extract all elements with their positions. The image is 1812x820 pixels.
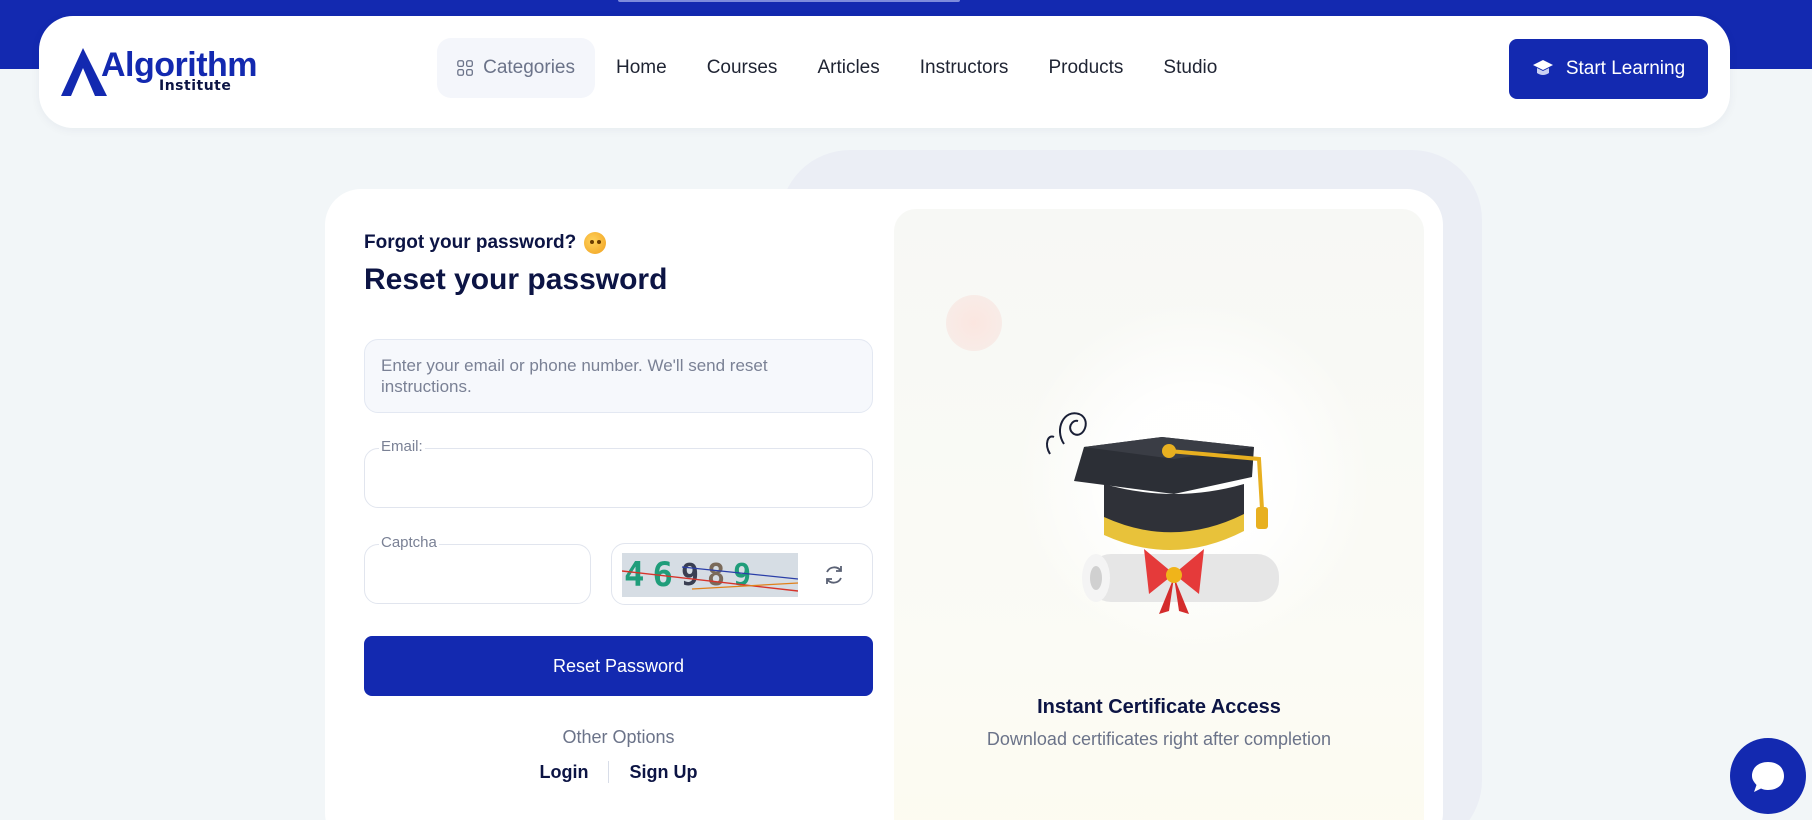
eyebrow-text: Forgot your password?	[364, 232, 577, 253]
info-message: Enter your email or phone number. We'll …	[364, 339, 873, 413]
captcha-input[interactable]	[365, 545, 590, 603]
nav-instructors[interactable]: Instructors	[920, 57, 1009, 79]
refresh-icon[interactable]	[822, 563, 846, 587]
nav-articles[interactable]: Articles	[817, 57, 879, 79]
decorative-dot	[946, 295, 1002, 351]
top-notch	[618, 0, 960, 2]
signup-link[interactable]: Sign Up	[629, 762, 697, 783]
eyebrow: Forgot your password?	[364, 232, 607, 254]
link-divider	[608, 761, 610, 783]
thinking-emoji-icon	[584, 232, 607, 254]
email-label: Email:	[379, 438, 425, 455]
email-input[interactable]	[365, 449, 872, 507]
login-link[interactable]: Login	[540, 762, 589, 783]
reset-password-button[interactable]: Reset Password	[364, 636, 873, 696]
captcha-box: 4 6 9 8 9	[611, 543, 873, 605]
email-field: Email:	[364, 438, 873, 508]
captcha-label: Captcha	[379, 534, 439, 551]
chat-icon	[1752, 762, 1784, 792]
captcha-noise	[622, 566, 798, 592]
logo-tagline: Institute	[159, 78, 232, 94]
illustration-panel: Instant Certificate Access Download cert…	[894, 209, 1424, 820]
graduation-cap-icon	[1532, 60, 1553, 75]
graduation-cap-diploma-icon	[1046, 412, 1279, 614]
categories-button[interactable]: Categories	[437, 38, 595, 98]
other-options-label: Other Options	[562, 727, 675, 747]
captcha-field: Captcha	[364, 534, 591, 604]
page-title: Reset your password	[364, 263, 668, 296]
chat-button[interactable]	[1730, 738, 1806, 814]
nav-home[interactable]: Home	[616, 57, 667, 79]
logo[interactable]: Algorithm Institute	[61, 44, 258, 96]
reset-password-card: Forgot your password? Reset your passwor…	[325, 189, 1443, 820]
main-nav: Categories Home Courses Articles Instruc…	[437, 38, 1217, 98]
start-learning-label: Start Learning	[1565, 58, 1686, 79]
site-header: Algorithm Institute Categories Home Cour…	[39, 16, 1730, 128]
nav-products[interactable]: Products	[1048, 57, 1123, 79]
grid-icon	[457, 60, 473, 76]
feature-title: Instant Certificate Access	[1037, 696, 1281, 718]
alt-links: Login Sign Up	[364, 761, 873, 783]
captcha-image: 4 6 9 8 9	[622, 553, 798, 597]
nav-courses[interactable]: Courses	[707, 57, 778, 79]
nav-studio[interactable]: Studio	[1163, 57, 1217, 79]
start-learning-button[interactable]: Start Learning	[1509, 39, 1708, 99]
categories-label: Categories	[483, 57, 575, 78]
feature-subtitle: Download certificates right after comple…	[986, 729, 1332, 749]
